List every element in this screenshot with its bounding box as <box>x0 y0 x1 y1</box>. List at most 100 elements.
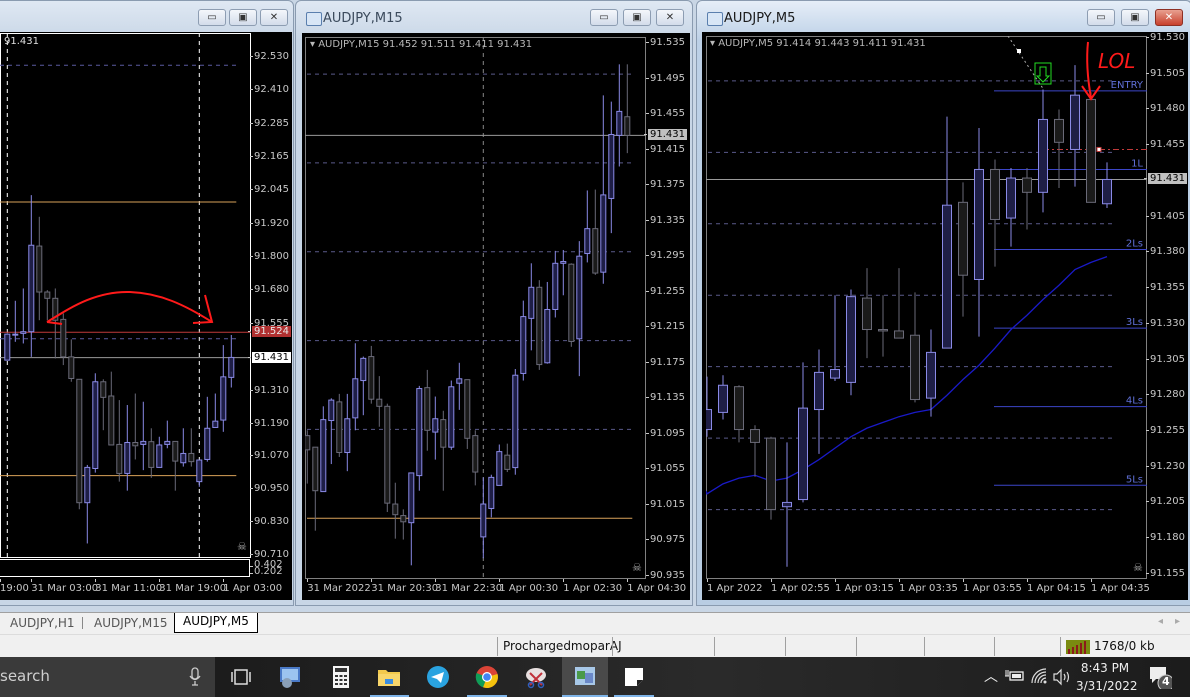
candle-body <box>1022 177 1032 193</box>
metatrader-taskbar-button[interactable] <box>562 657 608 697</box>
candle <box>520 300 527 381</box>
candle-body <box>440 419 447 448</box>
price-chart-h1[interactable]: ☠ <box>0 33 251 558</box>
line-handle[interactable] <box>1096 146 1102 152</box>
file-explorer-icon[interactable] <box>377 665 401 689</box>
minimize-button[interactable]: ▭ <box>590 9 618 26</box>
profile-name: ProchargedmoparAJ <box>503 639 622 653</box>
candle-body <box>164 440 171 445</box>
candle <box>464 379 471 449</box>
candle-body <box>1102 178 1112 205</box>
snipping-tool-icon[interactable] <box>524 665 548 689</box>
candle <box>212 393 219 428</box>
scroll-right-icon[interactable]: ▸ <box>1175 616 1180 627</box>
price-axis-label: 91.255 <box>1146 424 1185 436</box>
clock[interactable]: 8:43 PM 3/31/2022 <box>1076 659 1138 695</box>
volume-icon[interactable] <box>1052 667 1076 691</box>
collapse-triangle-icon[interactable]: ▾ <box>310 39 318 50</box>
candle-body <box>974 168 984 281</box>
candle <box>750 425 760 477</box>
candle <box>846 289 856 396</box>
candle-body <box>188 452 195 463</box>
price-axis-label: 91.230 <box>1146 460 1185 472</box>
candle-body <box>706 409 712 431</box>
price-axis-label: 91.135 <box>646 392 685 404</box>
candle <box>576 241 583 377</box>
close-button[interactable]: ✕ <box>260 9 288 26</box>
wifi-icon[interactable] <box>1030 667 1054 691</box>
candle-body <box>212 420 219 428</box>
search-box[interactable]: search <box>0 657 215 697</box>
candle-body <box>28 244 35 333</box>
scroll-left-icon[interactable]: ◂ <box>1158 616 1163 627</box>
candle <box>480 477 487 559</box>
chrome-icon[interactable] <box>475 665 499 689</box>
candle-body <box>624 116 631 136</box>
candle <box>1022 168 1032 230</box>
candle-body <box>76 378 83 504</box>
line-handle[interactable] <box>1017 49 1021 53</box>
close-button[interactable]: ✕ <box>656 9 684 26</box>
maximize-button[interactable]: ▣ <box>1121 9 1149 26</box>
price-axis-label: 91.495 <box>646 72 685 84</box>
network-computer-icon[interactable] <box>278 665 302 689</box>
candle <box>958 182 968 317</box>
candle <box>20 288 27 344</box>
tab-audjpy-h1[interactable]: AUDJPY,H1 <box>2 615 83 632</box>
maximize-button[interactable]: ▣ <box>623 9 651 26</box>
candle-body <box>734 386 744 431</box>
candle <box>600 95 607 284</box>
candle-body <box>4 333 11 361</box>
candle <box>172 440 179 491</box>
candle <box>68 339 75 382</box>
task-view-icon[interactable] <box>229 665 253 689</box>
minimize-button[interactable]: ▭ <box>1087 9 1115 26</box>
price-axis-label: 91.800 <box>250 250 289 262</box>
candle-body <box>862 297 872 331</box>
candle <box>148 428 155 478</box>
candle <box>328 398 335 465</box>
telegram-icon[interactable] <box>426 665 450 689</box>
candle-body <box>456 378 463 384</box>
maximize-button[interactable]: ▣ <box>229 9 257 26</box>
candle <box>926 329 936 417</box>
price-axis-label: 91.335 <box>646 214 685 226</box>
candle <box>344 393 351 472</box>
minimize-button[interactable]: ▭ <box>198 9 226 26</box>
sticky-notes-icon[interactable] <box>622 665 646 689</box>
candle-body <box>108 395 115 446</box>
chart-header: 91.431 <box>4 36 39 47</box>
price-axis-label: 91.205 <box>1146 496 1185 508</box>
candle <box>782 442 792 567</box>
candle-body <box>68 356 75 379</box>
candle-body <box>878 329 888 332</box>
connection-status-icon[interactable] <box>1066 640 1090 654</box>
chart-header: ▾ AUDJPY,M5 91.414 91.443 91.411 91.431 <box>710 38 926 49</box>
candle <box>830 295 840 381</box>
status-divider <box>994 637 995 656</box>
candle <box>12 300 19 342</box>
price-chart-m15[interactable]: ☠ <box>305 37 646 579</box>
level-label: 3Ls <box>1126 317 1143 328</box>
price-chart-m5[interactable]: ENTRY 1L 2Ls 3Ls 4Ls 5Ls ☠ LOL <box>706 36 1147 579</box>
indicator-subwindow[interactable] <box>0 559 250 577</box>
price-axis-label: 91.295 <box>646 250 685 262</box>
tab-audjpy-m15[interactable]: AUDJPY,M15 <box>86 615 176 632</box>
candle <box>116 400 123 482</box>
candle <box>488 474 495 518</box>
calculator-icon[interactable] <box>329 665 353 689</box>
show-hidden-icons[interactable]: ︿ <box>984 666 998 686</box>
price-axis-label: 91.215 <box>646 321 685 333</box>
candle-body <box>328 399 335 422</box>
candle-body <box>408 472 415 524</box>
chart-tab-bar: AUDJPY,H1 AUDJPY,M15 AUDJPY,M5 ◂ ▸ <box>0 612 1190 634</box>
close-button[interactable]: ✕ <box>1155 9 1183 26</box>
sell-arrow-icon <box>1035 66 1051 83</box>
candle-body <box>400 515 407 523</box>
microphone-icon[interactable] <box>188 667 202 687</box>
candle-body <box>592 228 599 274</box>
candle-body <box>320 419 327 493</box>
collapse-triangle-icon[interactable]: ▾ <box>710 38 718 49</box>
tab-audjpy-m5[interactable]: AUDJPY,M5 <box>174 613 258 633</box>
battery-charging-icon[interactable] <box>1004 667 1028 691</box>
